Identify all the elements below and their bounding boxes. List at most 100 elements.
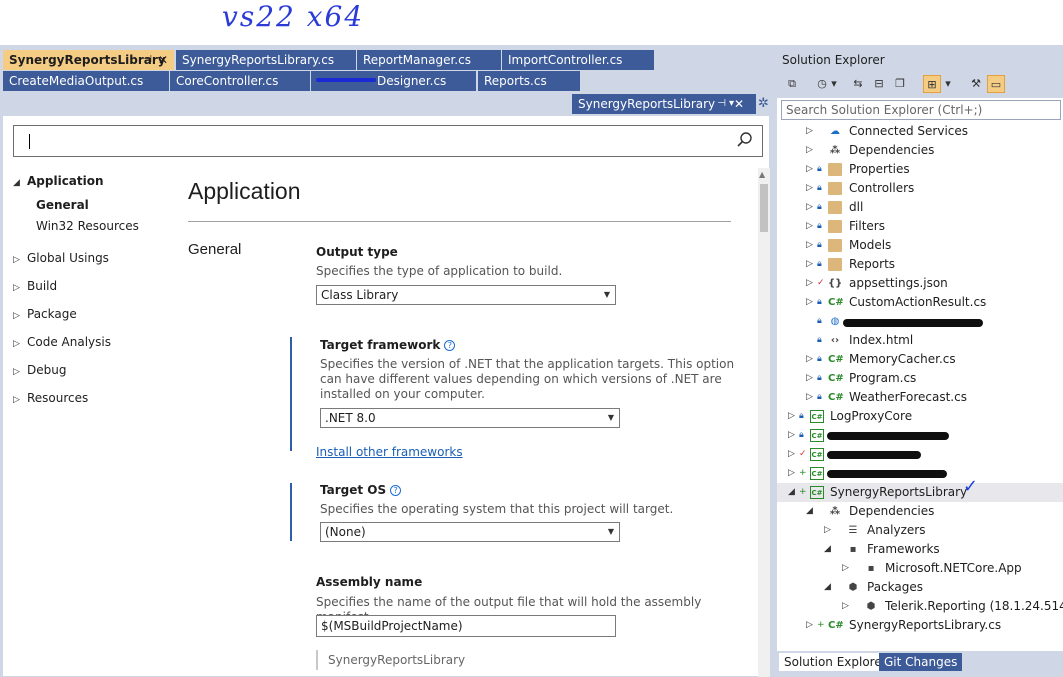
output-type-dropdown[interactable]: Class Library ▼ (316, 285, 616, 305)
chevron-down-icon: ▼ (607, 413, 614, 422)
gear-icon[interactable]: ✲ (758, 94, 769, 114)
tree-item-index-html[interactable]: 🔒︎ ‹› Index.html (777, 331, 1063, 350)
tree-item-controllers[interactable]: ▷ 🔒︎ Controllers (777, 179, 1063, 198)
tree-item-connected-services[interactable]: ▷ ☁ Connected Services (777, 122, 1063, 141)
tree-item-dependencies-lib[interactable]: ◢ ⁂ Dependencies (777, 502, 1063, 521)
tree-item-redacted-project-1[interactable]: ▷ 🔒︎ C# (777, 426, 1063, 445)
expand-triangle-icon[interactable]: ▷ (806, 217, 813, 236)
tree-item-dll[interactable]: ▷ 🔒︎ dll (777, 198, 1063, 217)
tab-reportmanager-cs[interactable]: ReportManager.cs (357, 50, 501, 70)
nav-code-analysis[interactable]: ▷ Code Analysis (13, 332, 111, 352)
expand-triangle-icon[interactable]: ▷ (842, 597, 849, 616)
tree-item-reports[interactable]: ▷ 🔒︎ Reports (777, 255, 1063, 274)
pin-icon[interactable]: ⊣ (717, 94, 726, 114)
tab-solution-explorer[interactable]: Solution Explorer (779, 653, 892, 671)
install-other-frameworks-link[interactable]: Install other frameworks (316, 445, 463, 459)
solution-explorer-search-input[interactable]: Search Solution Explorer (Ctrl+;) (781, 100, 1061, 120)
assembly-name-input[interactable]: $(MSBuildProjectName) (316, 615, 616, 637)
tree-item-analyzers[interactable]: ▷ ☰ Analyzers (777, 521, 1063, 540)
nav-win32-resources[interactable]: Win32 Resources (36, 216, 139, 236)
tab-synergyreportslibrary-project[interactable]: SynergyReportsLibrary ⊣ ✕ (3, 50, 174, 70)
target-os-dropdown[interactable]: (None) ▼ (320, 522, 620, 542)
tree-item-appsettings-json[interactable]: ▷ ✓ {} appsettings.json (777, 274, 1063, 293)
tree-item-program-cs[interactable]: ▷ 🔒︎ C# Program.cs (777, 369, 1063, 388)
tab-corecontroller-cs[interactable]: CoreController.cs (170, 71, 310, 91)
expand-triangle-icon[interactable]: ▷ (806, 141, 813, 160)
tree-item-dependencies[interactable]: ▷ ⁂ Dependencies (777, 141, 1063, 160)
scrollbar-thumb[interactable] (760, 184, 768, 232)
tree-item-synergyreportslibrary-cs[interactable]: ▷ + C# SynergyReportsLibrary.cs (777, 616, 1063, 635)
collapse-all-icon[interactable]: ⊟ (870, 75, 888, 93)
tree-item-frameworks[interactable]: ◢ ▪ Frameworks (777, 540, 1063, 559)
collapse-triangle-icon[interactable]: ◢ (806, 502, 813, 521)
expand-triangle-icon[interactable]: ▷ (824, 521, 831, 540)
nav-build[interactable]: ▷ Build (13, 276, 57, 296)
search-icon[interactable] (736, 131, 754, 149)
expand-triangle-icon[interactable]: ▷ (806, 255, 813, 274)
target-framework-dropdown[interactable]: .NET 8.0 ▼ (320, 408, 620, 428)
nav-debug[interactable]: ▷ Debug (13, 360, 66, 380)
tree-item-filters[interactable]: ▷ 🔒︎ Filters (777, 217, 1063, 236)
tree-item-redacted-project-2[interactable]: ▷ ✓ C# (777, 445, 1063, 464)
expand-triangle-icon[interactable]: ▷ (806, 293, 813, 312)
tree-item-redacted-project-3[interactable]: ▷ + C# (777, 464, 1063, 483)
tracking-icon[interactable]: ⊞ (923, 75, 941, 93)
expand-triangle-icon[interactable]: ▷ (806, 616, 813, 635)
tree-item-redacted-html[interactable]: 🔒︎ ◍ (777, 312, 1063, 331)
tab-synergyreportslibrary-cs[interactable]: SynergyReportsLibrary.cs (176, 50, 356, 70)
expand-triangle-icon[interactable]: ▷ (806, 198, 813, 217)
expand-triangle-icon[interactable]: ▷ (806, 388, 813, 407)
nav-resources[interactable]: ▷ Resources (13, 388, 88, 408)
expand-triangle-icon[interactable]: ▷ (806, 274, 813, 293)
expand-triangle-icon[interactable]: ▷ (788, 407, 795, 426)
help-icon[interactable]: ? (444, 340, 456, 351)
chevron-down-icon[interactable]: ▾ (829, 75, 839, 93)
chevron-down-icon[interactable]: ▾ (943, 75, 953, 93)
tab-git-changes[interactable]: Git Changes (879, 653, 963, 671)
tab-createmediaoutput-cs[interactable]: CreateMediaOutput.cs (3, 71, 169, 91)
collapse-triangle-icon[interactable]: ◢ (824, 540, 831, 559)
collapse-triangle-icon[interactable]: ◢ (824, 578, 831, 597)
tab-importcontroller-cs[interactable]: ImportController.cs (502, 50, 654, 70)
tree-item-weatherforecast-cs[interactable]: ▷ 🔒︎ C# WeatherForecast.cs (777, 388, 1063, 407)
expand-triangle-icon[interactable]: ▷ (806, 369, 813, 388)
nav-package[interactable]: ▷ Package (13, 304, 77, 324)
tab-reports-cs[interactable]: Reports.cs (478, 71, 580, 91)
csharp-project-icon: C# (810, 448, 824, 461)
nav-global-usings[interactable]: ▷ Global Usings (13, 248, 109, 268)
show-all-files-icon[interactable]: ❐ (891, 75, 909, 93)
expand-triangle-icon[interactable]: ▷ (788, 426, 795, 445)
nav-application[interactable]: ◢ Application (13, 171, 104, 191)
tree-item-microsoft-netcore-app[interactable]: ▷ ▪ Microsoft.NETCore.App (777, 559, 1063, 578)
tree-item-customactionresult-cs[interactable]: ▷ 🔒︎ C# CustomActionResult.cs (777, 293, 1063, 312)
collapse-triangle-icon[interactable]: ◢ (788, 483, 795, 502)
tree-item-synergyreportslibrary[interactable]: ◢ + C# SynergyReportsLibrary ✓ (777, 477, 1063, 502)
expand-triangle-icon[interactable]: ▷ (806, 179, 813, 198)
help-icon[interactable]: ? (390, 485, 402, 496)
pin-icon[interactable]: ⊣ (143, 50, 152, 70)
close-icon[interactable]: ✕ (158, 50, 168, 70)
expand-triangle-icon[interactable]: ▷ (806, 122, 813, 141)
preview-icon[interactable]: ▭ (987, 75, 1005, 93)
sync-icon[interactable]: ⇆ (849, 75, 867, 93)
switch-views-icon[interactable]: ⧉ (783, 75, 801, 93)
expand-triangle-icon[interactable]: ▷ (842, 559, 849, 578)
wrench-icon[interactable]: ⚒ (967, 75, 985, 93)
vertical-scrollbar[interactable]: ▲ (758, 168, 770, 677)
nav-general[interactable]: General (36, 195, 89, 215)
close-icon[interactable]: ✕ (734, 94, 744, 114)
expand-triangle-icon[interactable]: ▷ (806, 160, 813, 179)
tree-item-memorycacher-cs[interactable]: ▷ 🔒︎ C# MemoryCacher.cs (777, 350, 1063, 369)
tree-item-telerik-reporting[interactable]: ▷ ⬢ Telerik.Reporting (18.1.24.514) (777, 597, 1063, 616)
tree-item-models[interactable]: ▷ 🔒︎ Models (777, 236, 1063, 255)
expand-triangle-icon[interactable]: ▷ (788, 445, 795, 464)
document-window-tab[interactable]: SynergyReportsLibrary ⊣ ▾ ✕ (572, 94, 756, 114)
expand-triangle-icon[interactable]: ▷ (806, 350, 813, 369)
tree-item-logproxycore[interactable]: ▷ 🔒︎ C# LogProxyCore (777, 407, 1063, 426)
scroll-up-icon[interactable]: ▲ (759, 170, 765, 179)
tree-item-packages[interactable]: ◢ ⬢ Packages (777, 578, 1063, 597)
tree-item-properties[interactable]: ▷ 🔒︎ Properties (777, 160, 1063, 179)
expand-triangle-icon[interactable]: ▷ (806, 236, 813, 255)
expand-triangle-icon[interactable]: ▷ (788, 464, 795, 483)
properties-search-input[interactable] (13, 125, 763, 157)
